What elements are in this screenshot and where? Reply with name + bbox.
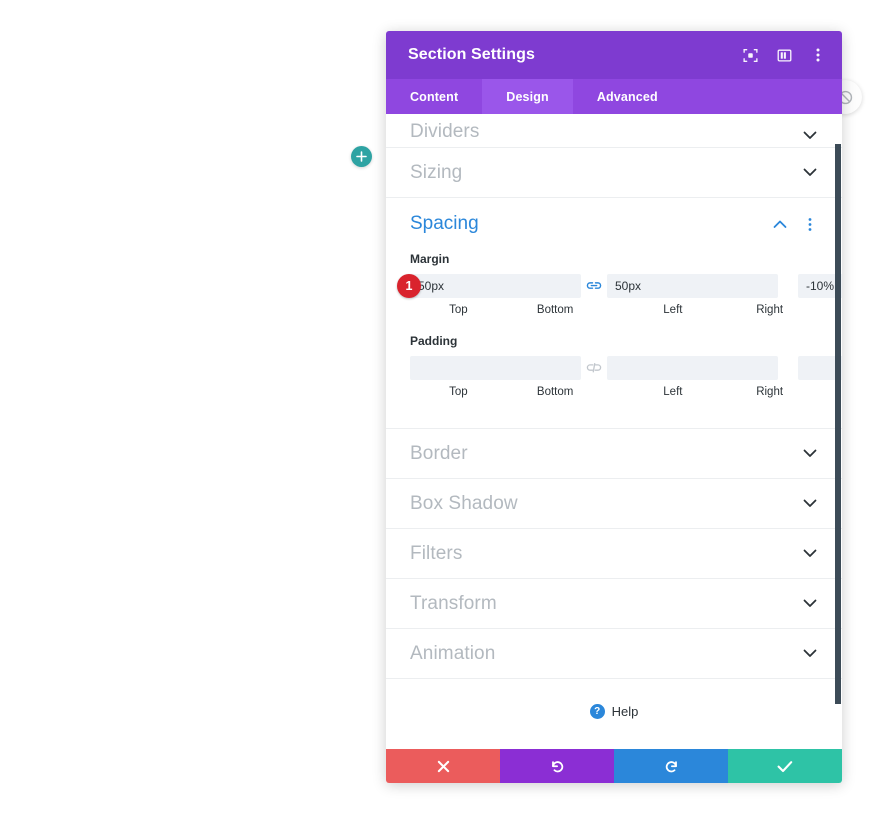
scrollbar-track[interactable] — [834, 114, 842, 749]
padding-inputs-row — [410, 356, 842, 380]
section-row-animation[interactable]: Animation — [386, 629, 842, 679]
section-label: Transform — [410, 592, 497, 614]
section-row-transform[interactable]: Transform — [386, 579, 842, 629]
kebab-menu-icon[interactable] — [810, 47, 826, 63]
padding-bottom-input[interactable] — [607, 356, 778, 380]
status-badge: 1 — [397, 274, 421, 298]
sublabel-left: Left — [663, 386, 683, 398]
section-row-border[interactable]: Border — [386, 429, 842, 479]
chevron-down-icon — [802, 496, 818, 512]
tab-advanced[interactable]: Advanced — [573, 79, 682, 114]
undo-arrow-icon — [551, 760, 563, 772]
section-spacing-header[interactable]: Spacing — [410, 198, 818, 250]
margin-sublabels: Top Bottom Left Right — [410, 304, 818, 316]
cancel-button[interactable] — [386, 749, 500, 783]
section-row-dividers[interactable]: Dividers — [386, 114, 842, 148]
padding-label: Padding — [410, 334, 458, 348]
section-label: Dividers — [410, 121, 480, 142]
redo-arrow-icon — [665, 760, 677, 772]
header-icon-group — [742, 47, 826, 63]
add-section-button[interactable] — [351, 146, 372, 167]
section-spacing: Spacing Margin 1 50px 50px -10% Top Bott… — [386, 198, 842, 429]
undo-button[interactable] — [500, 749, 614, 783]
redo-button[interactable] — [614, 749, 728, 783]
checkmark-icon — [777, 760, 793, 772]
modal-footer — [386, 749, 842, 783]
save-button[interactable] — [728, 749, 842, 783]
section-label: Border — [410, 442, 468, 464]
margin-label: Margin — [410, 252, 450, 266]
section-label: Sizing — [410, 161, 463, 183]
chevron-down-icon — [802, 646, 818, 662]
padding-sublabels: Top Bottom Left Right — [410, 386, 818, 398]
chevron-down-icon — [802, 127, 818, 143]
chevron-down-icon — [802, 446, 818, 462]
section-label: Spacing — [410, 213, 479, 234]
focus-icon[interactable] — [742, 47, 758, 63]
scrollbar-thumb[interactable] — [835, 144, 841, 704]
margin-bottom-input[interactable] — [607, 274, 778, 298]
chevron-down-icon — [802, 165, 818, 181]
section-row-box-shadow[interactable]: Box Shadow — [386, 479, 842, 529]
sublabel-left: Left — [663, 304, 683, 316]
chevron-up-icon[interactable] — [772, 216, 788, 232]
margin-top-input[interactable] — [410, 274, 581, 298]
sublabel-top: Top — [449, 304, 468, 316]
section-row-sizing[interactable]: Sizing — [386, 148, 842, 198]
section-row-filters[interactable]: Filters — [386, 529, 842, 579]
help-label: Help — [611, 703, 639, 719]
margin-inputs-row: 1 — [397, 274, 842, 298]
help-button[interactable]: ? Help — [386, 679, 842, 743]
page-title: Section Settings — [408, 46, 535, 63]
link-connected-icon[interactable] — [581, 280, 607, 292]
sublabel-bottom: Bottom — [536, 304, 574, 316]
tab-design[interactable]: Design — [482, 79, 573, 114]
chevron-down-icon — [802, 596, 818, 612]
link-broken-icon[interactable] — [581, 362, 607, 374]
chevron-down-icon — [802, 546, 818, 562]
tab-content[interactable]: Content — [386, 79, 482, 114]
sublabel-right: Right — [756, 386, 784, 398]
section-label: Box Shadow — [410, 492, 518, 514]
sublabel-bottom: Bottom — [536, 386, 574, 398]
layout-columns-icon[interactable] — [776, 47, 792, 63]
question-mark-icon: ? — [589, 703, 605, 719]
section-label: Filters — [410, 542, 463, 564]
sublabel-right: Right — [756, 304, 784, 316]
section-settings-modal: Section Settings Content Design Advanced… — [386, 31, 842, 783]
modal-header: Section Settings — [386, 31, 842, 79]
tab-bar: Content Design Advanced — [386, 79, 842, 114]
padding-top-input[interactable] — [410, 356, 581, 380]
padding-group: Padding Top Bottom Left Right — [410, 334, 842, 398]
kebab-menu-icon[interactable] — [802, 216, 818, 232]
margin-group: Margin 1 50px 50px -10% Top Bottom Left … — [397, 252, 842, 316]
close-x-icon — [437, 760, 449, 772]
editor-canvas: Section Settings Content Design Advanced… — [0, 0, 880, 819]
section-label: Animation — [410, 642, 496, 664]
plus-icon — [356, 151, 367, 162]
sublabel-top: Top — [449, 386, 468, 398]
settings-scroll-area[interactable]: Dividers Sizing Spacing Margin 1 50px 50… — [386, 114, 842, 749]
